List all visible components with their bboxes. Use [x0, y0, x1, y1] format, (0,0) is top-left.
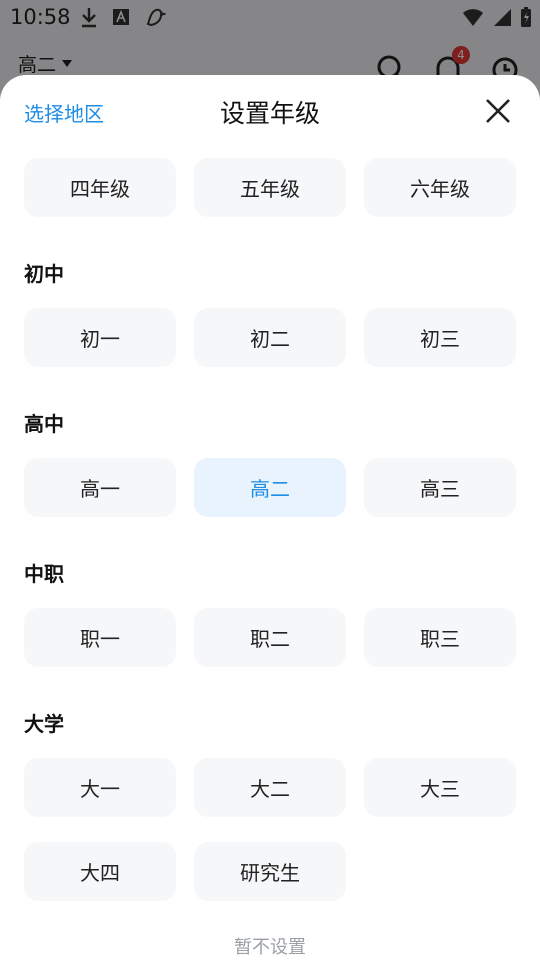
- sheet-header: 选择地区 设置年级: [0, 75, 540, 147]
- grade-option-junior-2[interactable]: 初二: [194, 308, 346, 367]
- sheet-title: 设置年级: [219, 99, 320, 128]
- section-title-junior: 初中: [24, 262, 64, 286]
- grade-option-4[interactable]: 四年级: [24, 158, 176, 217]
- grade-option-junior-1[interactable]: 初一: [24, 308, 176, 367]
- grade-option-university-3[interactable]: 大三: [364, 758, 516, 817]
- grade-option-graduate[interactable]: 研究生: [194, 842, 346, 901]
- grade-picker-sheet: 选择地区 设置年级 四年级 五年级 六年级 初中 初一 初二 初三 高中 高一 …: [0, 75, 540, 960]
- grade-option-university-1[interactable]: 大一: [24, 758, 176, 817]
- grade-option-vocational-2[interactable]: 职二: [194, 608, 346, 667]
- grade-option-senior-1[interactable]: 高一: [24, 458, 176, 517]
- grade-option-university-4[interactable]: 大四: [24, 842, 176, 901]
- section-title-university: 大学: [24, 712, 64, 736]
- skip-setting-link[interactable]: 暂不设置: [0, 933, 540, 959]
- grade-option-vocational-3[interactable]: 职三: [364, 608, 516, 667]
- grade-option-senior-3[interactable]: 高三: [364, 458, 516, 517]
- grade-option-5[interactable]: 五年级: [194, 158, 346, 217]
- grade-option-junior-3[interactable]: 初三: [364, 308, 516, 367]
- grade-option-6[interactable]: 六年级: [364, 158, 516, 217]
- section-title-vocational: 中职: [24, 562, 64, 586]
- grade-option-university-2[interactable]: 大二: [194, 758, 346, 817]
- close-icon[interactable]: [484, 97, 512, 125]
- grade-option-vocational-1[interactable]: 职一: [24, 608, 176, 667]
- section-title-senior: 高中: [24, 412, 64, 436]
- grade-option-senior-2-selected[interactable]: 高二: [194, 458, 346, 517]
